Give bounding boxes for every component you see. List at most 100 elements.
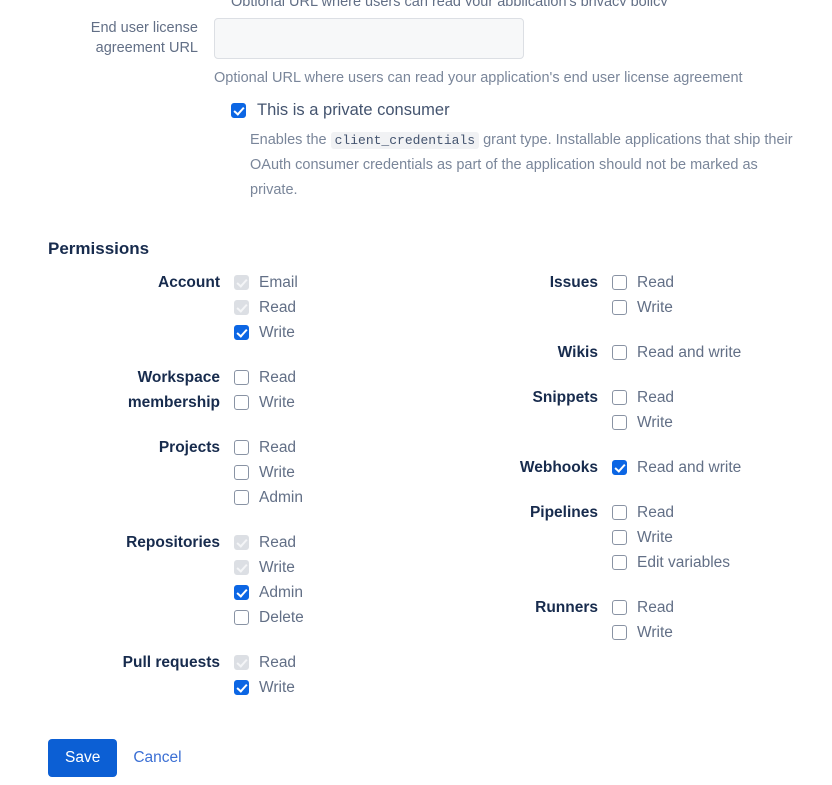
- permission-options: Read Write: [234, 365, 296, 415]
- checkbox-pipelines-read[interactable]: [612, 505, 627, 520]
- checkbox-snippets-read[interactable]: [612, 390, 627, 405]
- permission-group-label: Pipelines: [529, 504, 598, 521]
- permission-group-issues: Issues Read Write: [466, 270, 832, 320]
- checkbox-account-read: [234, 300, 249, 315]
- permission-option-label: Read: [637, 599, 675, 616]
- permission-option-label: Edit variables: [637, 554, 731, 571]
- client-credentials-code: client_credentials: [330, 132, 480, 149]
- permission-option-label: Write: [259, 679, 295, 696]
- permission-option-repositories-admin[interactable]: Admin: [234, 580, 304, 605]
- permission-option-label: Write: [637, 624, 673, 641]
- checkbox-workspace-membership-read[interactable]: [234, 370, 249, 385]
- checkbox-repositories-delete[interactable]: [234, 610, 249, 625]
- permission-option-repositories-delete[interactable]: Delete: [234, 605, 304, 630]
- permission-option-label: Read and write: [637, 459, 742, 476]
- permission-option-account-read: Read: [234, 295, 298, 320]
- permission-group-label: Workspace membership: [127, 369, 220, 411]
- permission-group-label: Issues: [549, 274, 598, 291]
- permission-option-repositories-write: Write: [234, 555, 304, 580]
- permission-option-issues-write[interactable]: Write: [612, 295, 674, 320]
- permission-option-label: Delete: [259, 609, 304, 626]
- permission-group-label: Webhooks: [519, 459, 598, 476]
- permissions-heading: Permissions: [48, 239, 150, 258]
- permission-option-snippets-read[interactable]: Read: [612, 385, 674, 410]
- permission-option-label: Email: [259, 274, 298, 291]
- permission-option-label: Admin: [259, 489, 303, 506]
- permission-group-label: Repositories: [126, 534, 220, 551]
- oauth-consumer-form: Optional URL where users can read your a…: [0, 0, 832, 785]
- permission-option-label: Write: [637, 529, 673, 546]
- checkbox-account-write[interactable]: [234, 325, 249, 340]
- permission-group-account: Account Email Read Write: [48, 270, 448, 345]
- permission-option-projects-admin[interactable]: Admin: [234, 485, 303, 510]
- permissions-column-right: Issues Read Write Wikis Read and write Snippe…: [466, 270, 832, 645]
- permission-option-snippets-write[interactable]: Write: [612, 410, 674, 435]
- cut-off-help-text: Optional URL where users can read your a…: [231, 0, 811, 6]
- cancel-button[interactable]: Cancel: [133, 749, 181, 767]
- permission-option-label: Read: [259, 534, 297, 551]
- checkbox-projects-admin[interactable]: [234, 490, 249, 505]
- permission-option-label: Read: [259, 654, 297, 671]
- permission-group-pipelines: Pipelines Read Write Edit variables: [466, 500, 832, 575]
- checkbox-projects-write[interactable]: [234, 465, 249, 480]
- permissions-column-left: Account Email Read Write Workspace membershi…: [48, 270, 448, 700]
- permission-option-pipelines-write[interactable]: Write: [612, 525, 730, 550]
- permission-options: Read Write Edit variables: [612, 500, 730, 575]
- checkbox-issues-read[interactable]: [612, 275, 627, 290]
- permission-group-label: Runners: [535, 599, 598, 616]
- checkbox-workspace-membership-write[interactable]: [234, 395, 249, 410]
- private-consumer-label: This is a private consumer: [257, 101, 450, 119]
- checkbox-snippets-write[interactable]: [612, 415, 627, 430]
- permission-group-label: Pull requests: [122, 654, 220, 671]
- eula-url-input[interactable]: [214, 18, 524, 59]
- permission-option-label: Read: [637, 389, 675, 406]
- permission-option-wikis-read-and-write[interactable]: Read and write: [612, 340, 741, 365]
- permission-option-label: Read: [259, 299, 297, 316]
- permission-option-pipelines-read[interactable]: Read: [612, 500, 730, 525]
- checkbox-pipelines-edit-variables[interactable]: [612, 555, 627, 570]
- permission-option-pipelines-edit-variables[interactable]: Edit variables: [612, 550, 730, 575]
- permission-option-runners-write[interactable]: Write: [612, 620, 674, 645]
- permission-option-pull-requests-write[interactable]: Write: [234, 675, 296, 700]
- permission-option-label: Read: [637, 274, 675, 291]
- permission-option-label: Read: [259, 369, 297, 386]
- permission-options: Read Write: [234, 650, 296, 700]
- checkbox-repositories-read: [234, 535, 249, 550]
- permission-options: Read Write Admin Delete: [234, 530, 304, 630]
- permission-group-label: Wikis: [557, 344, 598, 361]
- eula-url-help: Optional URL where users can read your a…: [214, 70, 743, 86]
- permission-option-webhooks-read-and-write[interactable]: Read and write: [612, 455, 741, 480]
- checkbox-issues-write[interactable]: [612, 300, 627, 315]
- permission-option-account-write[interactable]: Write: [234, 320, 298, 345]
- private-consumer-checkbox[interactable]: [231, 103, 246, 118]
- permission-options: Read and write: [612, 340, 741, 365]
- checkbox-pipelines-write[interactable]: [612, 530, 627, 545]
- checkbox-projects-read[interactable]: [234, 440, 249, 455]
- checkbox-runners-write[interactable]: [612, 625, 627, 640]
- checkbox-wikis-read-and-write[interactable]: [612, 345, 627, 360]
- permission-group-wikis: Wikis Read and write: [466, 340, 832, 365]
- permission-group-label: Account: [158, 274, 220, 291]
- checkbox-pull-requests-read: [234, 655, 249, 670]
- permission-group-label: Projects: [158, 439, 220, 456]
- permission-option-label: Write: [259, 324, 295, 341]
- permission-option-issues-read[interactable]: Read: [612, 270, 674, 295]
- permission-option-workspace-membership-read[interactable]: Read: [234, 365, 296, 390]
- desc-text-before: Enables the: [250, 132, 331, 148]
- permission-group-pull-requests: Pull requests Read Write: [48, 650, 448, 700]
- permission-option-workspace-membership-write[interactable]: Write: [234, 390, 296, 415]
- permission-options: Read Write: [612, 595, 674, 645]
- checkbox-pull-requests-write[interactable]: [234, 680, 249, 695]
- checkbox-repositories-write: [234, 560, 249, 575]
- checkbox-runners-read[interactable]: [612, 600, 627, 615]
- private-consumer-row[interactable]: This is a private consumer: [231, 99, 450, 121]
- permission-options: Read Write: [612, 385, 674, 435]
- checkbox-repositories-admin[interactable]: [234, 585, 249, 600]
- save-button[interactable]: Save: [48, 739, 118, 777]
- permission-option-label: Read: [637, 504, 675, 521]
- permission-option-projects-write[interactable]: Write: [234, 460, 303, 485]
- checkbox-webhooks-read-and-write[interactable]: [612, 460, 627, 475]
- permission-option-projects-read[interactable]: Read: [234, 435, 303, 460]
- permission-option-pull-requests-read: Read: [234, 650, 296, 675]
- permission-option-runners-read[interactable]: Read: [612, 595, 674, 620]
